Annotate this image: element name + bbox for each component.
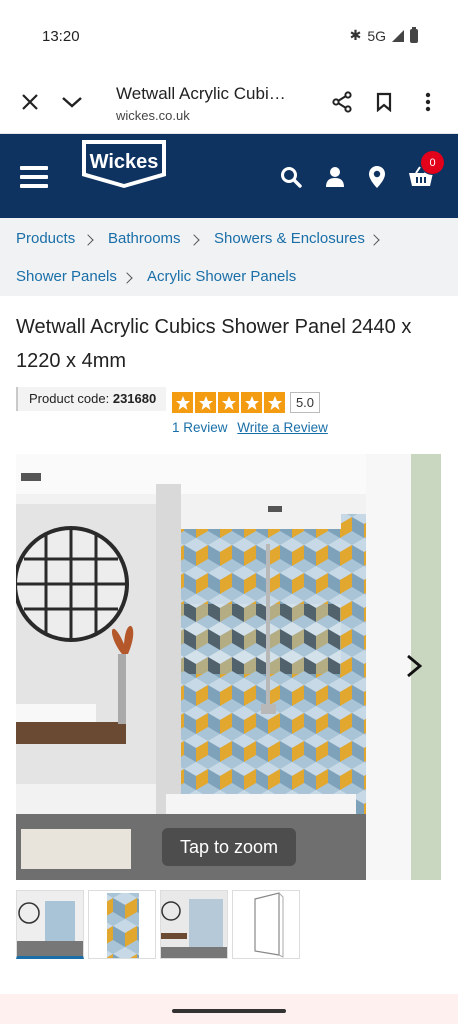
tap-to-zoom-hint[interactable]: Tap to zoom bbox=[162, 828, 296, 866]
status-bar: 13:20 ✱ 5G bbox=[0, 0, 458, 72]
write-review-link[interactable]: Write a Review bbox=[237, 420, 328, 435]
share-icon[interactable] bbox=[330, 90, 354, 114]
product-code-label: Product code: bbox=[29, 391, 110, 406]
bluetooth-icon: ✱ bbox=[349, 27, 362, 43]
product-title: Wetwall Acrylic Cubics Shower Panel 2440… bbox=[16, 316, 412, 372]
star-rating bbox=[172, 392, 285, 413]
cart-count-badge[interactable]: 0 bbox=[420, 150, 445, 175]
star-icon bbox=[264, 392, 285, 413]
breadcrumb-shower-panels[interactable]: Shower Panels bbox=[16, 268, 117, 285]
battery-icon bbox=[410, 26, 418, 43]
product-image[interactable] bbox=[16, 454, 441, 880]
status-time: 13:20 bbox=[42, 28, 80, 45]
wickes-logo[interactable]: Wickes bbox=[80, 138, 168, 190]
site-header: Wickes bbox=[0, 134, 458, 218]
account-icon[interactable] bbox=[322, 164, 348, 190]
menu-icon[interactable] bbox=[20, 166, 48, 188]
breadcrumb-acrylic-shower-panels[interactable]: Acrylic Shower Panels bbox=[147, 268, 296, 285]
thumbnail-4[interactable] bbox=[232, 890, 300, 959]
bookmark-icon[interactable] bbox=[372, 90, 396, 114]
logo-text: Wickes bbox=[90, 151, 159, 173]
signal-icon bbox=[392, 29, 404, 42]
product-code-value: 231680 bbox=[112, 391, 157, 406]
browser-toolbar: Wetwall Acrylic Cubi… wickes.co.uk bbox=[0, 72, 458, 134]
network-label: 5G bbox=[367, 27, 386, 44]
shower-photo bbox=[16, 454, 441, 880]
star-icon bbox=[241, 392, 262, 413]
thumbnail-3[interactable] bbox=[160, 890, 228, 959]
next-image-arrow-icon[interactable] bbox=[402, 654, 426, 678]
status-icons: ✱ 5G bbox=[349, 26, 418, 44]
more-icon[interactable] bbox=[416, 90, 440, 114]
thumbnail-strip bbox=[16, 890, 300, 959]
breadcrumb-showers-enclosures[interactable]: Showers & Enclosures bbox=[214, 230, 365, 247]
thumbnail-2[interactable] bbox=[88, 890, 156, 959]
breadcrumb-products[interactable]: Products bbox=[16, 230, 75, 247]
product-code: Product code: 231680 bbox=[16, 387, 166, 411]
chevron-right-icon bbox=[188, 234, 200, 246]
star-icon bbox=[172, 392, 193, 413]
rating-value: 5.0 bbox=[290, 392, 320, 413]
chevron-right-icon bbox=[368, 234, 380, 246]
breadcrumb-bathrooms[interactable]: Bathrooms bbox=[108, 230, 181, 247]
reviews-links: 1 Review Write a Review bbox=[172, 420, 328, 435]
star-icon bbox=[218, 392, 239, 413]
search-icon[interactable] bbox=[278, 164, 304, 190]
star-icon bbox=[195, 392, 216, 413]
chevron-right-icon bbox=[121, 272, 133, 284]
location-icon[interactable] bbox=[364, 164, 390, 190]
gesture-bar[interactable] bbox=[172, 1009, 286, 1013]
breadcrumb: Products Bathrooms Showers & Enclosures … bbox=[0, 218, 458, 296]
chevron-down-icon[interactable] bbox=[60, 90, 84, 114]
close-icon[interactable] bbox=[18, 90, 42, 114]
reviews-count-link[interactable]: 1 Review bbox=[172, 420, 228, 435]
chevron-right-icon bbox=[82, 234, 94, 246]
page-url[interactable]: wickes.co.uk bbox=[116, 108, 190, 123]
page-title[interactable]: Wetwall Acrylic Cubi… bbox=[116, 84, 286, 104]
thumbnail-1[interactable] bbox=[16, 890, 84, 959]
